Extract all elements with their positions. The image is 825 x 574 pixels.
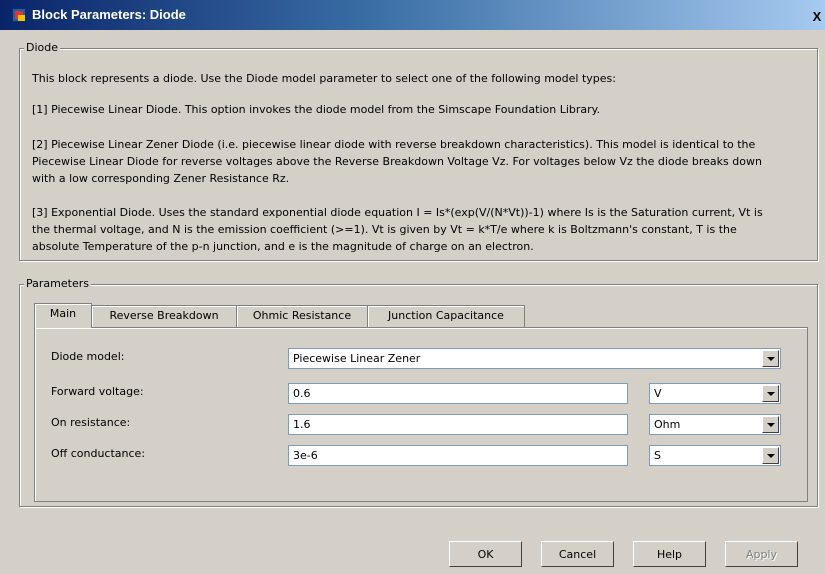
close-button[interactable]: X: [810, 9, 824, 25]
app-icon: [12, 8, 26, 22]
on-resistance-unit-select[interactable]: Ohm: [649, 414, 781, 435]
title-bar[interactable]: Block Parameters: Diode X: [0, 0, 825, 30]
forward-voltage-unit-value: V: [654, 387, 662, 400]
description-intro: This block represents a diode. Use the D…: [32, 72, 616, 85]
help-button[interactable]: Help: [633, 541, 706, 567]
tab-reverse-breakdown[interactable]: Reverse Breakdown: [91, 305, 237, 327]
forward-voltage-label: Forward voltage:: [51, 385, 144, 398]
on-resistance-unit-value: Ohm: [654, 418, 681, 431]
description-option-1: [1] Piecewise Linear Diode. This option …: [32, 103, 601, 116]
description-option-2-line-2: Piecewise Linear Diode for reverse volta…: [32, 155, 762, 168]
diode-group-legend: Diode: [24, 41, 61, 54]
off-conductance-label: Off conductance:: [51, 447, 146, 460]
chevron-down-icon[interactable]: [762, 350, 779, 367]
off-conductance-unit-select[interactable]: S: [649, 445, 781, 466]
tab-junction-capacitance[interactable]: Junction Capacitance: [367, 305, 525, 327]
on-resistance-input[interactable]: [288, 414, 628, 435]
diode-model-label: Diode model:: [51, 350, 125, 363]
parameters-group: Parameters Main Reverse Breakdown Ohmic …: [19, 277, 818, 507]
on-resistance-label: On resistance:: [51, 416, 131, 429]
diode-description-group: Diode This block represents a diode. Use…: [19, 41, 818, 261]
off-conductance-input[interactable]: [288, 445, 628, 466]
chevron-down-icon[interactable]: [762, 385, 779, 402]
parameters-group-legend: Parameters: [24, 277, 91, 290]
forward-voltage-unit-select[interactable]: V: [649, 383, 781, 404]
description-option-2-line-3: with a low corresponding Zener Resistanc…: [32, 172, 290, 185]
window-title: Block Parameters: Diode: [32, 7, 186, 22]
off-conductance-unit-value: S: [654, 449, 661, 462]
tab-ohmic-resistance[interactable]: Ohmic Resistance: [236, 305, 368, 327]
diode-model-value: Piecewise Linear Zener: [293, 352, 421, 365]
description-option-3-line-1: [3] Exponential Diode. Uses the standard…: [32, 206, 763, 219]
main-tab-panel: Diode model: Piecewise Linear Zener Forw…: [34, 327, 808, 502]
description-option-3-line-3: absolute Temperature of the p-n junction…: [32, 240, 534, 253]
chevron-down-icon[interactable]: [762, 447, 779, 464]
forward-voltage-input[interactable]: [288, 383, 628, 404]
apply-button[interactable]: Apply: [725, 541, 798, 567]
ok-button[interactable]: OK: [449, 541, 522, 567]
cancel-button[interactable]: Cancel: [541, 541, 614, 567]
chevron-down-icon[interactable]: [762, 416, 779, 433]
tab-main[interactable]: Main: [34, 303, 92, 328]
description-option-3-line-2: the thermal voltage, and N is the emissi…: [32, 223, 737, 236]
description-option-2-line-1: [2] Piecewise Linear Zener Diode (i.e. p…: [32, 138, 756, 151]
diode-model-select[interactable]: Piecewise Linear Zener: [288, 348, 781, 369]
